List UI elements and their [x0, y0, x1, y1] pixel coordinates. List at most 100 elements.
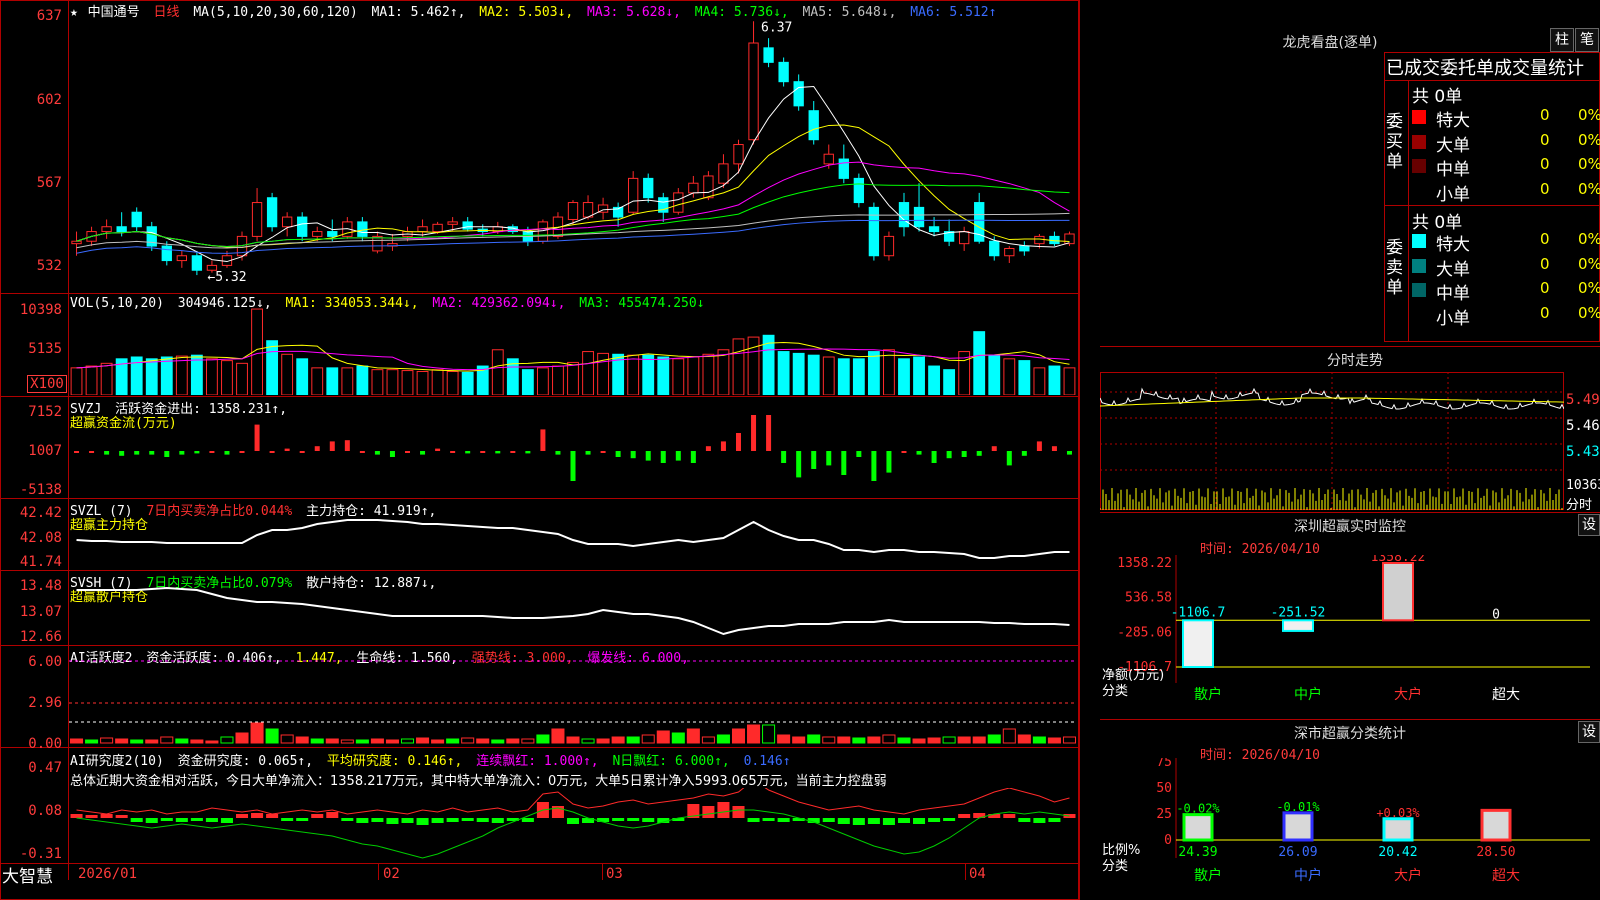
intraday-chart[interactable] — [1100, 372, 1564, 510]
volume-bar — [326, 367, 339, 395]
order-type-label: 特大 — [1436, 111, 1470, 131]
research-bar — [266, 814, 279, 818]
volume-bar — [356, 365, 369, 395]
flow-bar — [254, 424, 260, 451]
pane-divider — [0, 396, 1078, 397]
activity-bar — [385, 739, 399, 744]
volume-bar — [642, 354, 655, 395]
activity-bar — [115, 738, 129, 744]
volume-bar — [431, 369, 444, 395]
low-price-label: ←5.32 — [207, 270, 246, 285]
activity-bar — [731, 728, 746, 744]
flow-bar — [74, 451, 80, 453]
candlestick-chart[interactable]: 6.37 ←5.32 — [69, 14, 1077, 292]
volume-bar — [792, 352, 805, 395]
y-tick: -5138 — [19, 482, 62, 498]
flow-bar — [766, 415, 772, 451]
volume-bar — [491, 349, 504, 395]
research-bar — [1063, 814, 1076, 818]
main-holding-chart[interactable] — [69, 500, 1077, 569]
activity-bar — [295, 736, 309, 744]
flow-bar — [630, 451, 636, 459]
ratio-chart[interactable]: 75 50 25 0 -0.02% 24.39 散户 -0.01% 26.09 中户 +0.03% 2… — [1100, 758, 1600, 900]
candle-body — [673, 192, 684, 213]
order-type-label: 大单 — [1436, 135, 1470, 156]
volume-bar — [913, 356, 925, 395]
research-bar — [416, 818, 429, 825]
research-bar — [642, 818, 655, 822]
candle-body — [357, 221, 368, 237]
research-bar — [521, 818, 534, 822]
y-tick: 10398 — [19, 302, 62, 318]
buy-side-label: 委买单 — [1386, 112, 1403, 172]
candle-body — [462, 221, 473, 230]
classify-settings-button[interactable]: 设 — [1578, 721, 1600, 743]
candle-body — [537, 221, 549, 242]
activity-bar — [852, 737, 866, 744]
volume-bar — [717, 349, 730, 395]
lhb-title: 龙虎看盘(逐单) — [1282, 35, 1378, 51]
x-axis-tickline — [602, 864, 603, 880]
activity-bar — [491, 739, 505, 744]
tick-mode-button[interactable]: 笔 — [1575, 28, 1599, 52]
volume-bar — [266, 340, 279, 395]
intraday-y-tick: 5.43 — [1566, 444, 1600, 460]
research-bar — [461, 818, 474, 821]
monitor-divider — [1100, 512, 1600, 513]
bar-mode-button[interactable]: 柱 — [1550, 28, 1574, 52]
research-bar — [476, 818, 489, 822]
order-count: 0 — [1540, 130, 1550, 149]
flow-bar — [615, 451, 621, 457]
net-amount-label: 0 — [1492, 607, 1500, 622]
volume-bar — [221, 360, 233, 395]
net-amount-chart[interactable]: 1358.22536.58-285.06-1106.7-1106.7散户-251… — [1100, 555, 1600, 715]
flow-bar — [104, 451, 110, 455]
flow-bar — [600, 451, 606, 453]
research-bar — [867, 818, 880, 824]
activity-bar — [701, 736, 715, 744]
order-count: 0 — [1540, 155, 1550, 173]
candle-body — [883, 235, 895, 257]
volume-chart[interactable] — [69, 300, 1077, 395]
volume-bar — [206, 358, 218, 395]
y-tick: 13.07 — [19, 604, 62, 620]
activity-bar — [280, 734, 294, 744]
candle-body — [417, 226, 428, 233]
activity-bar — [837, 736, 851, 744]
order-type-label: 中单 — [1436, 284, 1470, 304]
research-bar — [762, 818, 775, 821]
order-count: 0 — [1540, 279, 1550, 297]
flow-bar — [916, 451, 922, 455]
monitor-settings-button[interactable]: 设 — [1578, 514, 1600, 536]
research-bar — [566, 818, 580, 824]
volume-bar — [175, 355, 188, 395]
research-bar — [175, 818, 188, 822]
candle-body — [327, 231, 338, 237]
retail-holding-chart[interactable] — [69, 572, 1077, 644]
research-bar — [100, 814, 113, 818]
activity-chart[interactable] — [69, 647, 1077, 746]
research-bar — [431, 818, 444, 823]
flow-bar — [119, 451, 125, 456]
activity-bar — [641, 734, 655, 744]
volume-bar — [837, 358, 850, 395]
x-tick: 03 — [606, 866, 623, 882]
pane-divider — [0, 645, 1078, 646]
ratio-value-label: 24.39 — [1178, 845, 1217, 860]
ratio-bar — [1382, 817, 1414, 842]
flow-bar — [329, 441, 335, 451]
research-chart[interactable] — [69, 788, 1077, 862]
y-tick: 7152 — [28, 404, 62, 420]
flow-bar — [314, 446, 320, 451]
research-bar — [928, 818, 941, 822]
candle-body — [989, 240, 1000, 257]
flow-bar — [495, 451, 501, 454]
y-tick: 13.48 — [19, 578, 62, 594]
classify-y-tick: 75 — [1156, 758, 1172, 770]
volume-bar — [852, 358, 865, 395]
net-amount-bar — [1382, 562, 1414, 622]
fund-flow-chart[interactable] — [69, 400, 1077, 497]
research-bar — [1018, 818, 1031, 822]
candle-body — [748, 42, 759, 141]
ratio-value-label: 20.42 — [1378, 845, 1417, 860]
